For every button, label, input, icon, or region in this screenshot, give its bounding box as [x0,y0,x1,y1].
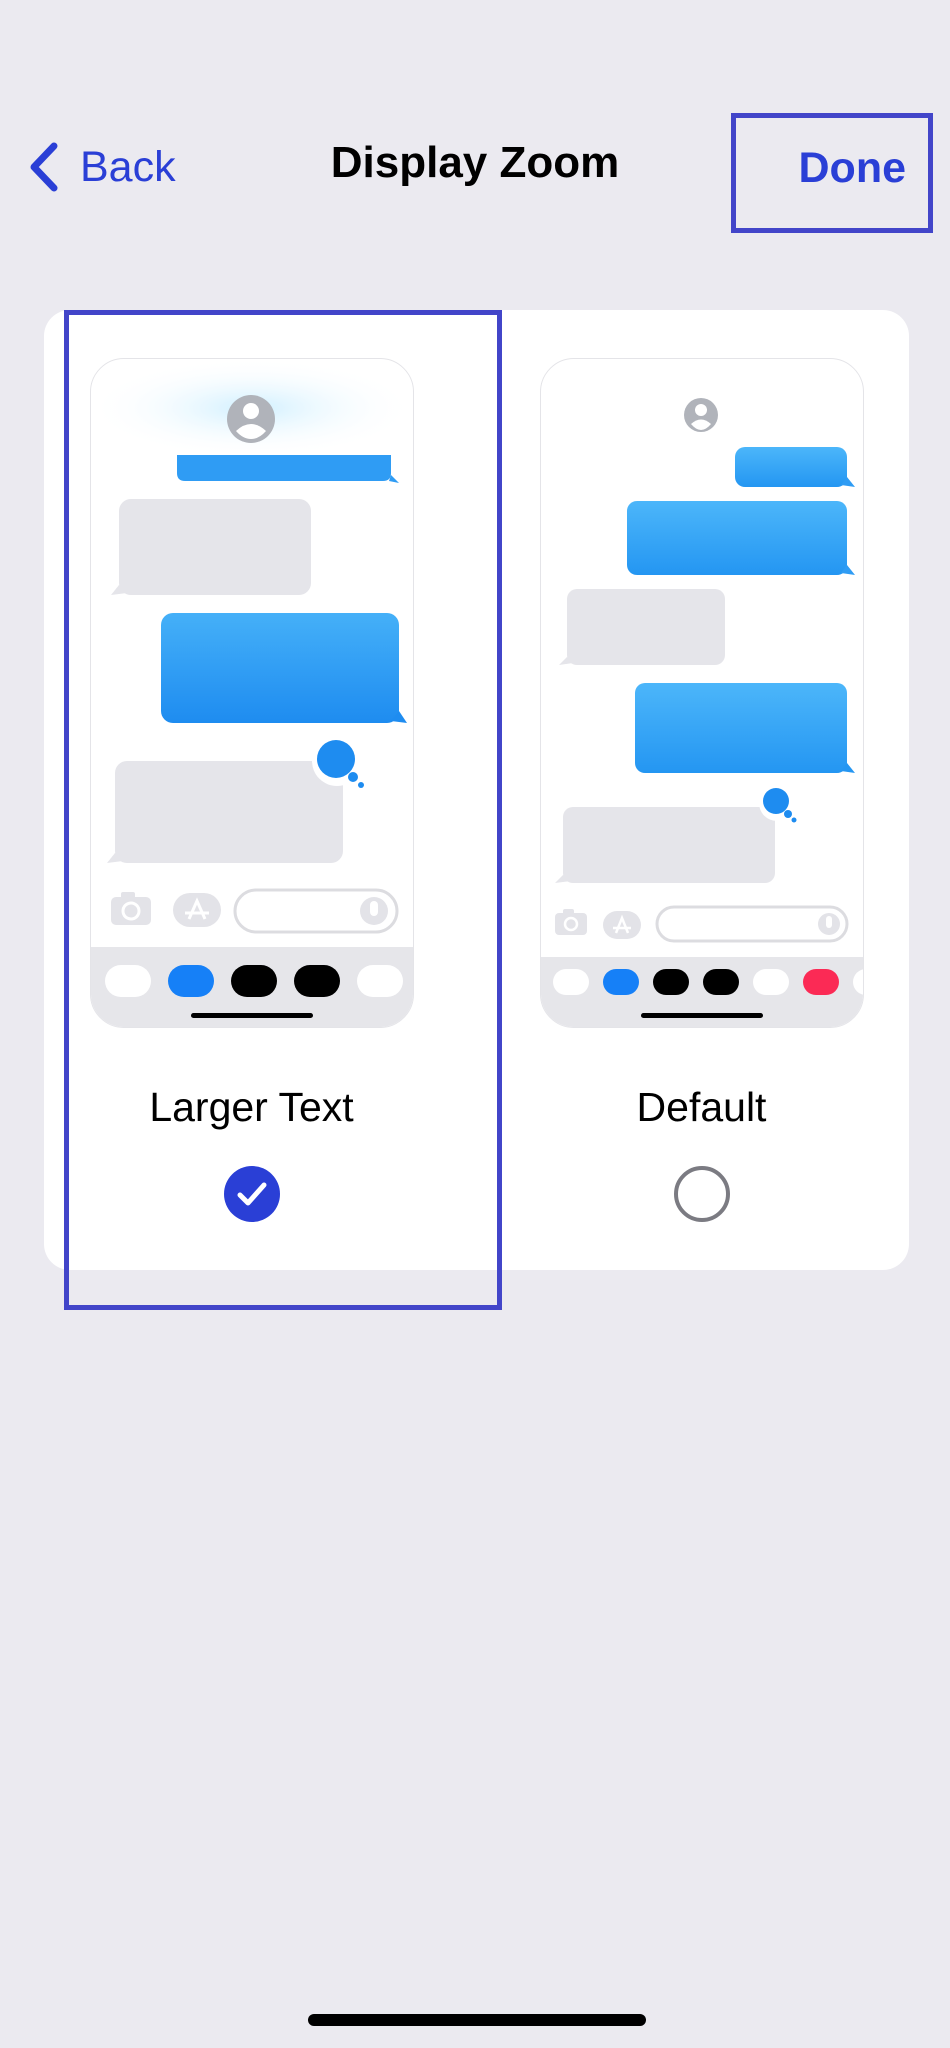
microphone-icon [818,913,840,935]
option-larger-text[interactable]: Larger Text [44,310,459,1270]
option-label: Default [636,1084,767,1130]
back-button[interactable]: Back [26,140,176,194]
contact-avatar-icon [227,395,275,443]
navigation-bar: Back Display Zoom Done [0,110,950,233]
back-label: Back [80,142,176,191]
unselected-radio[interactable] [674,1166,730,1222]
default-preview [540,358,864,1028]
done-button[interactable]: Done [731,113,933,233]
home-indicator[interactable] [308,2014,646,2026]
contact-avatar-icon [684,398,718,432]
done-label: Done [798,144,907,192]
option-label: Larger Text [149,1084,354,1130]
camera-icon [111,892,151,925]
app-store-icon [173,893,221,927]
selected-checkmark-radio[interactable] [224,1166,280,1222]
option-default[interactable]: Default [494,310,909,1270]
display-zoom-options-card: Larger Text Default [44,310,909,1270]
app-store-icon [603,911,641,939]
camera-icon [555,909,587,935]
checkmark-icon [237,1182,267,1206]
larger-text-preview [90,358,414,1028]
chevron-left-icon [30,142,58,192]
microphone-icon [360,897,388,925]
